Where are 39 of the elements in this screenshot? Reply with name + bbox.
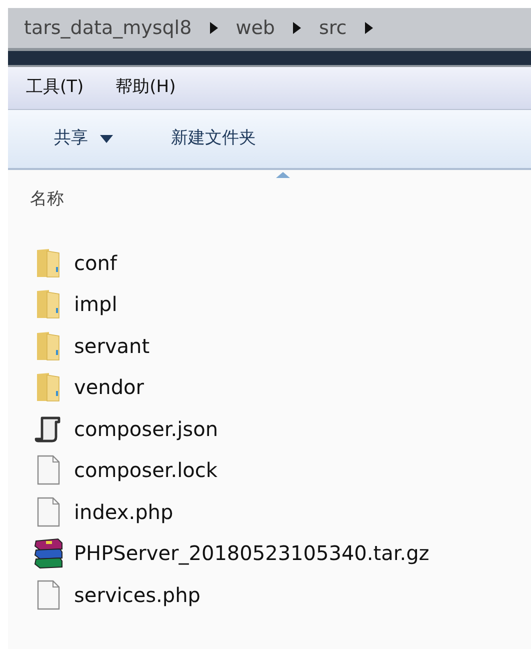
name-column-header[interactable]: 名称 xyxy=(30,187,64,213)
script-icon xyxy=(34,414,62,443)
caret-down-icon xyxy=(100,135,113,143)
file-name: servant xyxy=(74,332,150,360)
menu-item[interactable]: 帮助(H) xyxy=(116,75,176,101)
menu-item[interactable]: 工具(T) xyxy=(26,75,84,101)
breadcrumb-item[interactable]: web xyxy=(236,14,275,42)
file-name: PHPServer_20180523105340.tar.gz xyxy=(74,540,430,568)
file-icon xyxy=(35,496,61,528)
folder-icon xyxy=(35,246,61,279)
file-name: composer.json xyxy=(74,416,218,443)
file-list-item[interactable]: composer.json xyxy=(32,408,222,450)
breadcrumb-item[interactable]: tars_data_mysql8 xyxy=(24,14,192,42)
folder-icon xyxy=(35,330,61,362)
file-name: services.php xyxy=(74,582,200,609)
file-list-item[interactable]: services.php xyxy=(32,574,204,616)
breadcrumb-item[interactable]: src xyxy=(318,14,347,42)
file-name: composer.lock xyxy=(74,457,218,484)
file-list-item[interactable]: impl xyxy=(32,284,122,325)
chevron-right-icon[interactable] xyxy=(210,22,218,34)
books-stack-icon xyxy=(32,537,64,570)
file-name: index.php xyxy=(74,498,174,526)
toolbar-button[interactable]: 共享 xyxy=(54,126,113,152)
chevron-right-icon[interactable] xyxy=(364,22,373,34)
file-list-item[interactable]: vendor xyxy=(32,366,148,408)
chevron-right-icon[interactable] xyxy=(292,22,301,34)
file-list-item[interactable]: composer.lock xyxy=(32,450,222,491)
file-icon xyxy=(35,454,61,486)
file-name: vendor xyxy=(74,374,144,402)
file-list-item[interactable]: conf xyxy=(32,242,121,284)
folder-icon xyxy=(35,371,61,404)
toolbar-button[interactable]: 新建文件夹 xyxy=(171,126,256,152)
file-name: conf xyxy=(74,250,117,277)
file-list-item[interactable]: servant xyxy=(32,325,154,366)
folder-icon xyxy=(35,288,61,320)
file-icon xyxy=(35,578,61,611)
file-name: impl xyxy=(74,291,118,318)
file-list-item[interactable]: index.php xyxy=(32,491,178,532)
file-list-item[interactable]: PHPServer_20180523105340.tar.gz xyxy=(32,532,434,574)
